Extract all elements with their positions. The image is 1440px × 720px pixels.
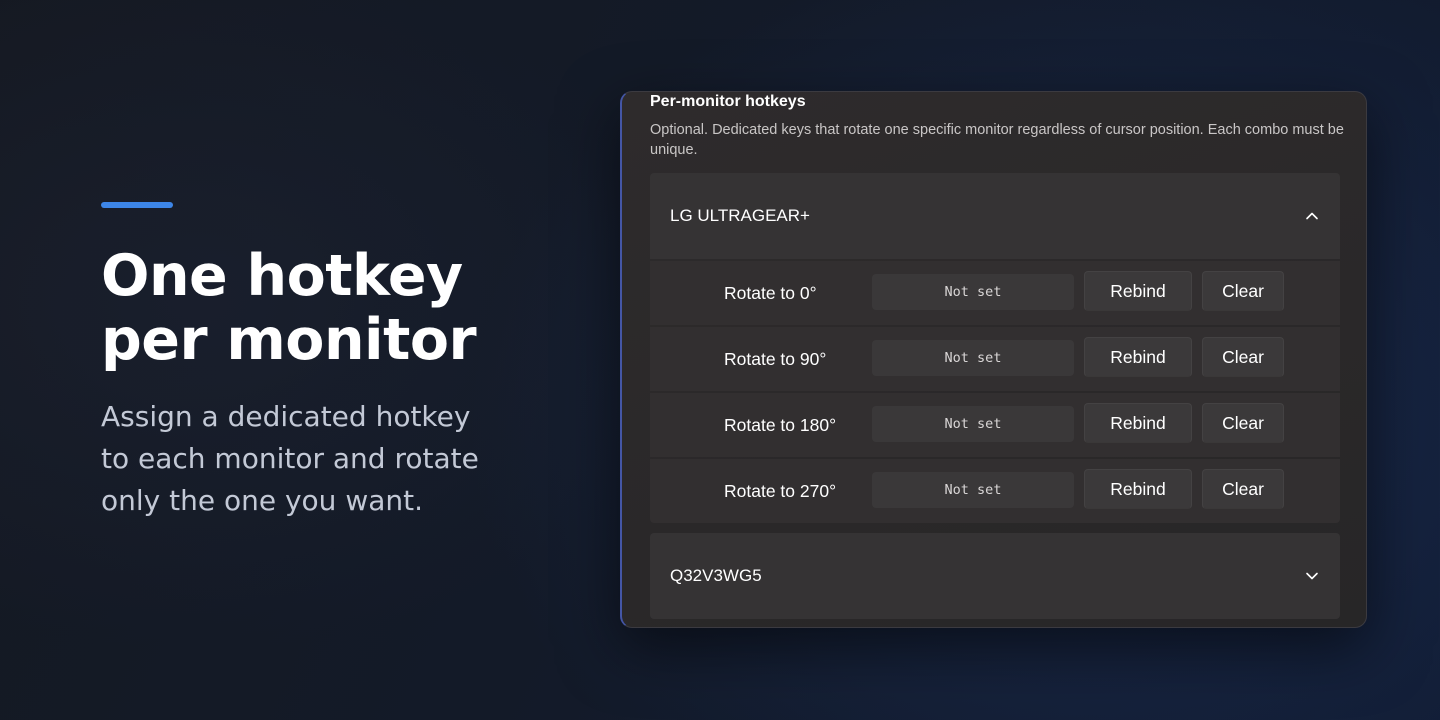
hotkey-row-0: Rotate to 0° Not set Rebind Clear [650,261,1340,325]
rebind-button[interactable]: Rebind [1084,403,1192,443]
clear-button[interactable]: Clear [1202,337,1284,377]
monitor-name: Q32V3WG5 [670,566,762,585]
hotkey-row-180: Rotate to 180° Not set Rebind Clear [650,393,1340,457]
clear-button[interactable]: Clear [1202,271,1284,311]
monitor-expander-lg-ultragear[interactable]: LG ULTRAGEAR+ [650,173,1340,259]
rotation-label: Rotate to 180° [724,414,837,435]
hero: One hotkey per monitor Assign a dedicate… [101,202,541,522]
hotkey-rows: Rotate to 0° Not set Rebind Clear Rotate… [650,261,1340,525]
monitor-expander-q32v3wg5[interactable]: Q32V3WG5 [650,533,1340,619]
hotkey-row-90: Rotate to 90° Not set Rebind Clear [650,327,1340,391]
hotkey-display: Not set [872,340,1074,376]
chevron-up-icon[interactable] [1304,208,1320,224]
hotkey-display: Not set [872,274,1074,310]
rebind-button[interactable]: Rebind [1084,469,1192,509]
hero-subtitle: Assign a dedicated hotkey to each monito… [101,400,479,517]
hero-headline: One hotkey per monitor [101,243,477,373]
accent-bar [101,202,173,208]
clear-button[interactable]: Clear [1202,403,1284,443]
hotkey-row-270: Rotate to 270° Not set Rebind Clear [650,459,1340,523]
settings-window: Per-monitor hotkeys Optional. Dedicated … [620,91,1367,628]
rebind-button[interactable]: Rebind [1084,337,1192,377]
hotkey-display: Not set [872,472,1074,508]
clear-button[interactable]: Clear [1202,469,1284,509]
hotkey-display: Not set [872,406,1074,442]
monitor-name: LG ULTRAGEAR+ [670,206,810,225]
rotation-label: Rotate to 90° [724,348,827,369]
chevron-down-icon[interactable] [1304,568,1320,584]
section-title: Per-monitor hotkeys [650,93,806,110]
section-description: Optional. Dedicated keys that rotate one… [650,122,1344,158]
rebind-button[interactable]: Rebind [1084,271,1192,311]
rotation-label: Rotate to 270° [724,480,837,501]
rotation-label: Rotate to 0° [724,282,817,303]
